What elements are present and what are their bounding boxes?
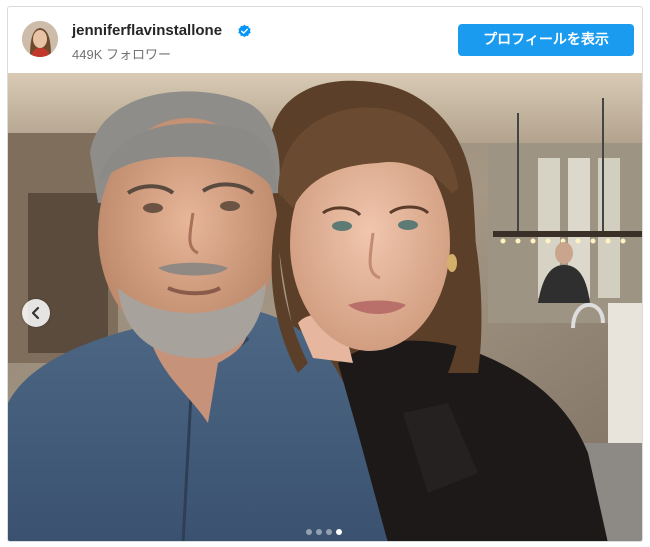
follower-count: 449K フォロワー (72, 47, 171, 62)
carousel-dot[interactable] (316, 529, 322, 535)
verified-badge-icon (238, 24, 251, 38)
chevron-left-icon (31, 306, 40, 320)
username[interactable]: jenniferflavinstallone (72, 22, 222, 39)
photo-illustration (8, 73, 642, 541)
carousel-dot[interactable] (306, 529, 312, 535)
previous-slide-button[interactable] (22, 299, 50, 327)
carousel-indicator (306, 529, 342, 535)
carousel-dot-active[interactable] (336, 529, 342, 535)
post-header: jenniferflavinstallone 449K フォロワー プロフィール… (8, 7, 642, 73)
view-profile-button[interactable]: プロフィールを表示 (458, 24, 634, 56)
post-photo (8, 73, 642, 541)
instagram-embed-card: jenniferflavinstallone 449K フォロワー プロフィール… (7, 6, 643, 542)
avatar[interactable] (22, 21, 58, 57)
carousel-dot[interactable] (326, 529, 332, 535)
